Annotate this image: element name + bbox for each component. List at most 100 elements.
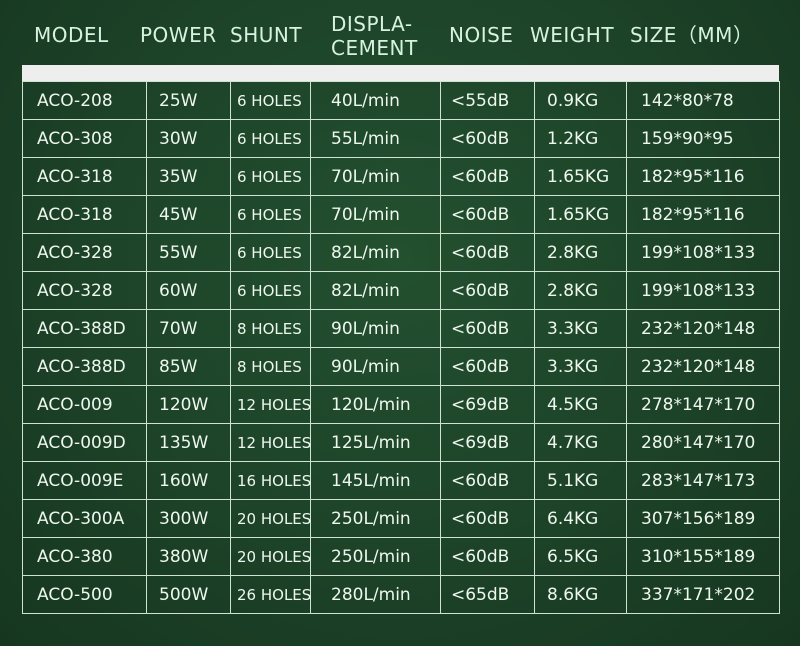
cell-weight: 0.9KG: [534, 81, 627, 120]
header-noise: NOISE: [449, 23, 514, 47]
cell-model: ACO-328: [22, 233, 147, 272]
cell-noise: <69dB: [440, 423, 535, 462]
cell-model: ACO-208: [22, 81, 147, 120]
table-row: ACO-009E 160W 16 HOLES 145L/min <60dB 5.1KG 28…: [22, 461, 780, 500]
cell-displacement: 70L/min: [310, 195, 441, 234]
table-row: ACO-328 60W 6 HOLES 82L/min <60dB 2.8KG 199*10…: [22, 271, 780, 310]
cell-weight: 8.6KG: [534, 575, 627, 614]
cell-shunt: 26 HOLES: [230, 575, 311, 614]
table-row: ACO-009 120W 12 HOLES 120L/min <69dB 4.5KG 278…: [22, 385, 780, 424]
table-row: ACO-318 35W 6 HOLES 70L/min <60dB 1.65KG 182*9…: [22, 157, 780, 196]
table-row: ACO-318 45W 6 HOLES 70L/min <60dB 1.65KG 182*9…: [22, 195, 780, 234]
cell-size: 232*120*148: [626, 309, 780, 348]
cell-noise: <65dB: [440, 575, 535, 614]
table-row: ACO-388D 70W 8 HOLES 90L/min <60dB 3.3KG 232*1…: [22, 309, 780, 348]
cell-size: 307*156*189: [626, 499, 780, 538]
cell-shunt: 12 HOLES: [230, 423, 311, 462]
cell-power: 380W: [146, 537, 231, 576]
cell-size: 232*120*148: [626, 347, 780, 386]
cell-shunt: 6 HOLES: [230, 271, 311, 310]
cell-power: 160W: [146, 461, 231, 500]
cell-shunt: 6 HOLES: [230, 233, 311, 272]
cell-size: 310*155*189: [626, 537, 780, 576]
cell-power: 500W: [146, 575, 231, 614]
cell-size: 159*90*95: [626, 119, 780, 158]
cell-size: 337*171*202: [626, 575, 780, 614]
table-row: ACO-500 500W 26 HOLES 280L/min <65dB 8.6KG 337…: [22, 575, 780, 614]
cell-shunt: 8 HOLES: [230, 347, 311, 386]
table-header: MODEL POWER SHUNT DISPLA- CEMENT NOISE W…: [0, 0, 800, 64]
cell-shunt: 12 HOLES: [230, 385, 311, 424]
cell-shunt: 6 HOLES: [230, 157, 311, 196]
cell-power: 55W: [146, 233, 231, 272]
spec-sheet: MODEL POWER SHUNT DISPLA- CEMENT NOISE W…: [0, 0, 800, 646]
table-row: ACO-328 55W 6 HOLES 82L/min <60dB 2.8KG 199*10…: [22, 233, 780, 272]
cell-displacement: 145L/min: [310, 461, 441, 500]
cell-noise: <60dB: [440, 309, 535, 348]
cell-model: ACO-318: [22, 195, 147, 234]
cell-size: 283*147*173: [626, 461, 780, 500]
cell-shunt: 20 HOLES: [230, 537, 311, 576]
spec-table-body: ACO-208 25W 6 HOLES 40L/min <55dB 0.9KG 142*80…: [22, 81, 780, 614]
cell-size: 280*147*170: [626, 423, 780, 462]
cell-weight: 3.3KG: [534, 309, 627, 348]
cell-noise: <60dB: [440, 461, 535, 500]
cell-weight: 6.5KG: [534, 537, 627, 576]
header-displacement-line2: CEMENT: [331, 36, 418, 60]
cell-displacement: 70L/min: [310, 157, 441, 196]
cell-model: ACO-388D: [22, 347, 147, 386]
cell-noise: <60dB: [440, 119, 535, 158]
cell-size: 142*80*78: [626, 81, 780, 120]
header-power: POWER: [140, 23, 217, 47]
header-model: MODEL: [34, 23, 109, 47]
cell-size: 199*108*133: [626, 271, 780, 310]
cell-weight: 2.8KG: [534, 233, 627, 272]
cell-size: 278*147*170: [626, 385, 780, 424]
cell-displacement: 250L/min: [310, 537, 441, 576]
table-row: ACO-208 25W 6 HOLES 40L/min <55dB 0.9KG 142*80…: [22, 81, 780, 120]
cell-power: 300W: [146, 499, 231, 538]
cell-power: 35W: [146, 157, 231, 196]
header-weight: WEIGHT: [530, 23, 615, 47]
cell-weight: 1.65KG: [534, 195, 627, 234]
cell-size: 182*95*116: [626, 195, 780, 234]
cell-power: 30W: [146, 119, 231, 158]
table-row: ACO-308 30W 6 HOLES 55L/min <60dB 1.2KG 159*90…: [22, 119, 780, 158]
cell-weight: 3.3KG: [534, 347, 627, 386]
cell-shunt: 20 HOLES: [230, 499, 311, 538]
cell-model: ACO-380: [22, 537, 147, 576]
header-displacement-line1: DISPLA-: [331, 12, 413, 36]
cell-noise: <60dB: [440, 537, 535, 576]
cell-model: ACO-009E: [22, 461, 147, 500]
cell-model: ACO-328: [22, 271, 147, 310]
cell-weight: 5.1KG: [534, 461, 627, 500]
cell-model: ACO-318: [22, 157, 147, 196]
cell-power: 85W: [146, 347, 231, 386]
cell-noise: <60dB: [440, 233, 535, 272]
cell-shunt: 6 HOLES: [230, 81, 311, 120]
cell-noise: <60dB: [440, 271, 535, 310]
cell-displacement: 125L/min: [310, 423, 441, 462]
header-size: SIZE（MM）: [630, 23, 754, 47]
cell-noise: <60dB: [440, 157, 535, 196]
table-row: ACO-380 380W 20 HOLES 250L/min <60dB 6.5KG 310…: [22, 537, 780, 576]
cell-weight: 4.7KG: [534, 423, 627, 462]
cell-power: 60W: [146, 271, 231, 310]
cell-model: ACO-388D: [22, 309, 147, 348]
cell-displacement: 82L/min: [310, 271, 441, 310]
cell-power: 25W: [146, 81, 231, 120]
cell-model: ACO-009D: [22, 423, 147, 462]
cell-power: 135W: [146, 423, 231, 462]
cell-displacement: 280L/min: [310, 575, 441, 614]
cell-shunt: 6 HOLES: [230, 195, 311, 234]
cell-displacement: 90L/min: [310, 309, 441, 348]
table-row: ACO-009D 135W 12 HOLES 125L/min <69dB 4.7KG 28…: [22, 423, 780, 462]
cell-noise: <55dB: [440, 81, 535, 120]
cell-size: 199*108*133: [626, 233, 780, 272]
table-row: ACO-388D 85W 8 HOLES 90L/min <60dB 3.3KG 232*1…: [22, 347, 780, 386]
cell-displacement: 40L/min: [310, 81, 441, 120]
spec-table: ACO-208 25W 6 HOLES 40L/min <55dB 0.9KG 142*80…: [22, 81, 780, 614]
cell-displacement: 55L/min: [310, 119, 441, 158]
header-shunt: SHUNT: [230, 23, 303, 47]
cell-displacement: 250L/min: [310, 499, 441, 538]
